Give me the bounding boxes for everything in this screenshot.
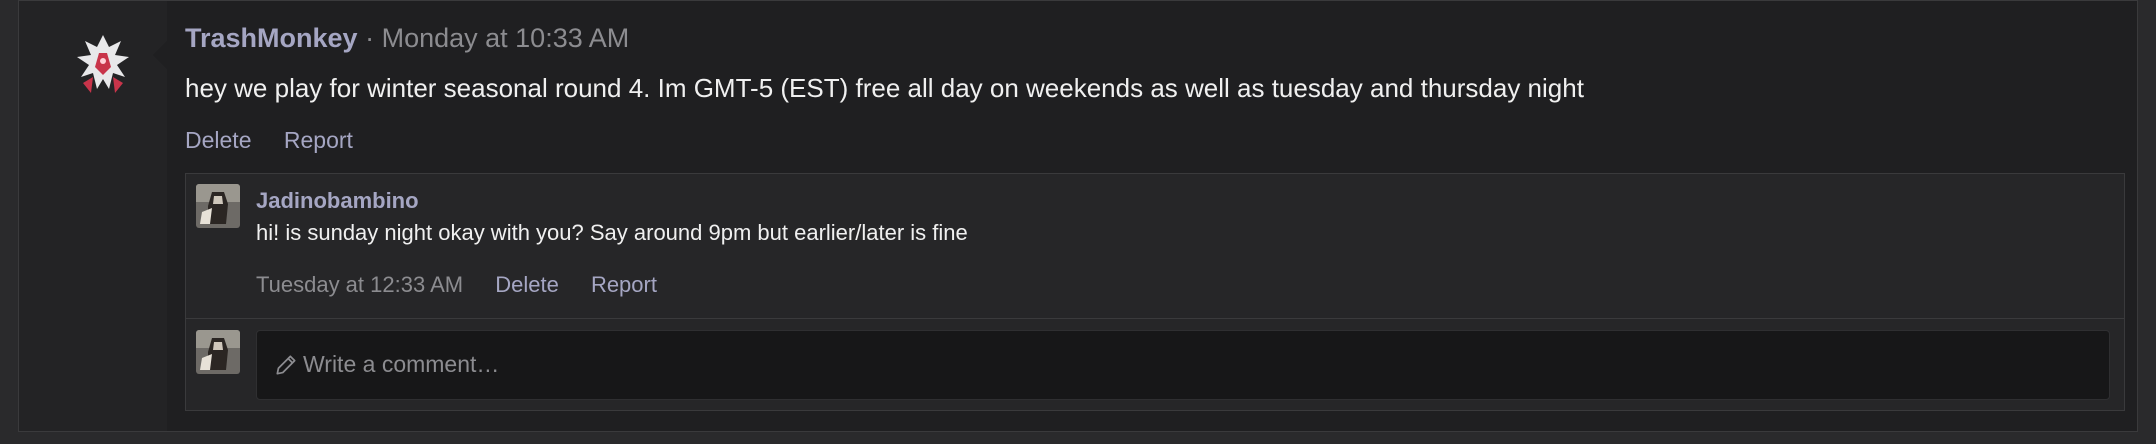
header-separator: · (365, 23, 375, 53)
comments-section: Jadinobambino hi! is sunday night okay w… (185, 173, 2125, 411)
message-frame: TrashMonkey · Monday at 10:33 AM hey we … (18, 0, 2138, 432)
commenter-avatar[interactable] (196, 184, 240, 228)
speech-arrow (153, 41, 167, 69)
report-post-button[interactable]: Report (284, 127, 353, 153)
write-comment-row: Write a comment… (186, 318, 2124, 410)
comment-item: Jadinobambino hi! is sunday night okay w… (186, 174, 2124, 319)
user-avatar[interactable] (63, 27, 143, 107)
comment-meta: Tuesday at 12:33 AM Delete Report (256, 272, 657, 298)
post-avatar-column (19, 1, 167, 431)
report-comment-button[interactable]: Report (591, 272, 657, 297)
comment-timestamp[interactable]: Tuesday at 12:33 AM (256, 272, 463, 297)
post-body: TrashMonkey · Monday at 10:33 AM hey we … (153, 1, 2137, 431)
post-header: TrashMonkey · Monday at 10:33 AM (185, 23, 629, 54)
delete-comment-button[interactable]: Delete (495, 272, 559, 297)
pencil-icon (276, 355, 296, 375)
post-timestamp[interactable]: Monday at 10:33 AM (382, 23, 630, 53)
comment-text: hi! is sunday night okay with you? Say a… (256, 220, 968, 245)
delete-post-button[interactable]: Delete (185, 127, 251, 153)
current-user-avatar (196, 330, 240, 374)
comment-input-placeholder: Write a comment… (303, 351, 500, 377)
post-author-link[interactable]: TrashMonkey (185, 23, 358, 53)
comment-input[interactable]: Write a comment… (256, 330, 2110, 400)
comment-author-link[interactable]: Jadinobambino (256, 188, 419, 214)
post-text: hey we play for winter seasonal round 4.… (185, 73, 1584, 103)
post-actions: Delete Report (185, 127, 379, 154)
